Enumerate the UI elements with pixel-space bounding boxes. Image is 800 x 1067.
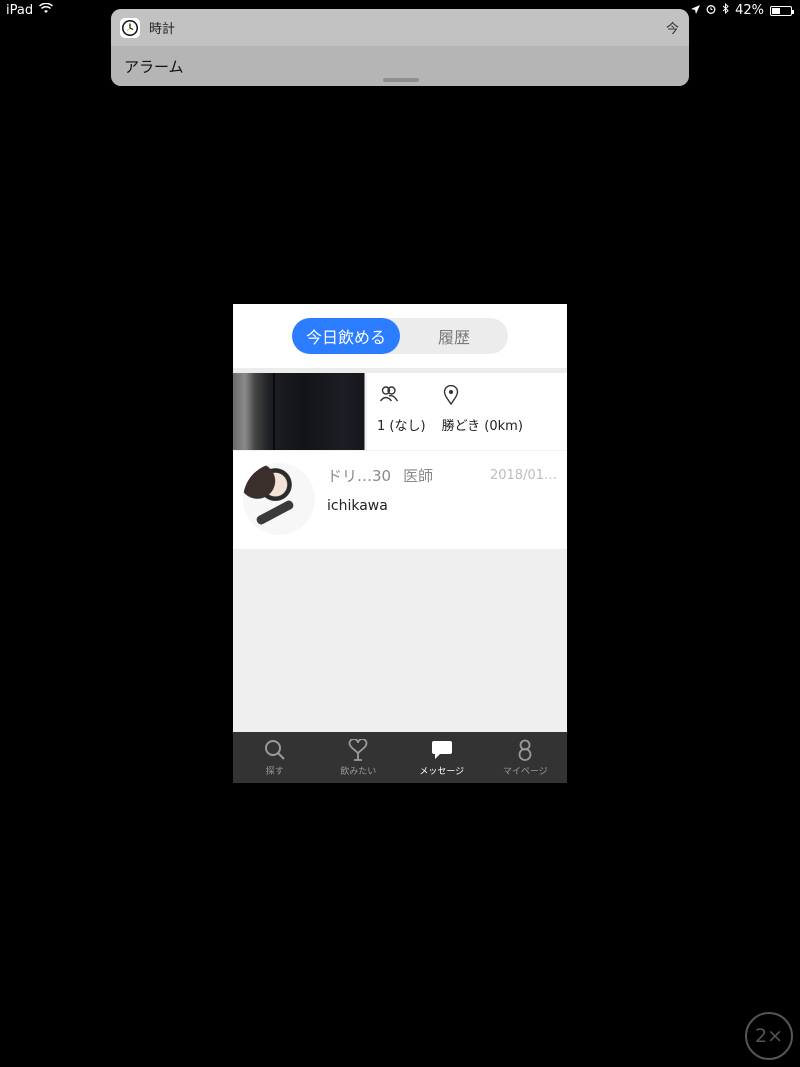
post-photo <box>233 373 367 450</box>
message-preview: ichikawa <box>327 498 388 514</box>
segmented-control: 今日飲める 履歴 <box>292 318 508 354</box>
status-left: iPad <box>6 2 54 18</box>
clock-app-icon <box>120 17 140 38</box>
segment-history[interactable]: 履歴 <box>400 318 508 354</box>
location-arrow-icon <box>691 3 701 18</box>
chat-bubble-icon <box>431 740 452 759</box>
message-sender-name: ドリ…30 <box>327 467 392 485</box>
notification-time: 今 <box>665 22 679 37</box>
notification-app-name: 時計 <box>149 22 176 37</box>
avatar <box>243 463 315 535</box>
app-window: 今日飲める 履歴 1 (なし) 勝どき (0km) ドリ…30 医師 2018/… <box>233 304 567 783</box>
segment-bar: 今日飲める 履歴 <box>233 304 567 368</box>
message-body: ドリ…30 医師 2018/01… ichikawa <box>315 463 557 549</box>
battery-fill <box>772 7 780 14</box>
tab-want-to-drink[interactable]: 飲みたい <box>317 732 401 783</box>
message-date: 2018/01… <box>489 468 557 483</box>
post-location: 勝どき (0km) <box>441 419 523 434</box>
battery-icon <box>770 5 794 16</box>
notification-header: 時計 今 <box>111 9 689 46</box>
message-sender-job: 医師 <box>403 467 434 485</box>
notification-grabber[interactable] <box>383 78 419 82</box>
heart-glass-icon <box>348 738 368 761</box>
alarm-icon <box>706 3 716 18</box>
tab-bar: 探す 飲みたい メッセージ マイページ <box>233 732 567 783</box>
battery-percent: 42% <box>735 3 764 18</box>
device-label: iPad <box>6 3 34 18</box>
zoom-2x-button[interactable]: 2× <box>745 1012 793 1060</box>
tab-label: メッセージ <box>419 766 465 777</box>
avatar-detail <box>243 463 315 535</box>
tab-label: マイページ <box>502 766 548 777</box>
battery-nub <box>792 9 794 14</box>
post-info-icons <box>379 384 567 409</box>
location-pin-icon <box>443 384 459 409</box>
people-icon <box>379 385 399 409</box>
photo-detail <box>273 373 275 450</box>
bluetooth-icon <box>722 2 729 18</box>
post-info: 1 (なし) 勝どき (0km) <box>367 373 567 450</box>
empty-list-area <box>233 549 567 732</box>
segment-today[interactable]: 今日飲める <box>292 318 400 354</box>
tab-messages[interactable]: メッセージ <box>400 732 484 783</box>
tab-my-page[interactable]: マイページ <box>484 732 568 783</box>
post-card[interactable]: 1 (なし) 勝どき (0km) <box>233 373 567 451</box>
search-icon <box>264 739 285 760</box>
notification-banner[interactable]: 時計 今 アラーム <box>111 9 689 86</box>
tab-label: 飲みたい <box>340 766 377 777</box>
tab-label: 探す <box>265 766 284 777</box>
message-header: ドリ…30 医師 2018/01… <box>327 465 557 486</box>
message-row[interactable]: ドリ…30 医師 2018/01… ichikawa <box>233 451 567 549</box>
status-right: 42% <box>691 2 794 18</box>
post-info-text: 1 (なし) 勝どき (0km) <box>377 415 567 434</box>
tab-search[interactable]: 探す <box>233 732 317 783</box>
wifi-icon <box>39 2 54 18</box>
person-icon <box>518 739 532 761</box>
people-count: 1 (なし) <box>377 419 426 434</box>
